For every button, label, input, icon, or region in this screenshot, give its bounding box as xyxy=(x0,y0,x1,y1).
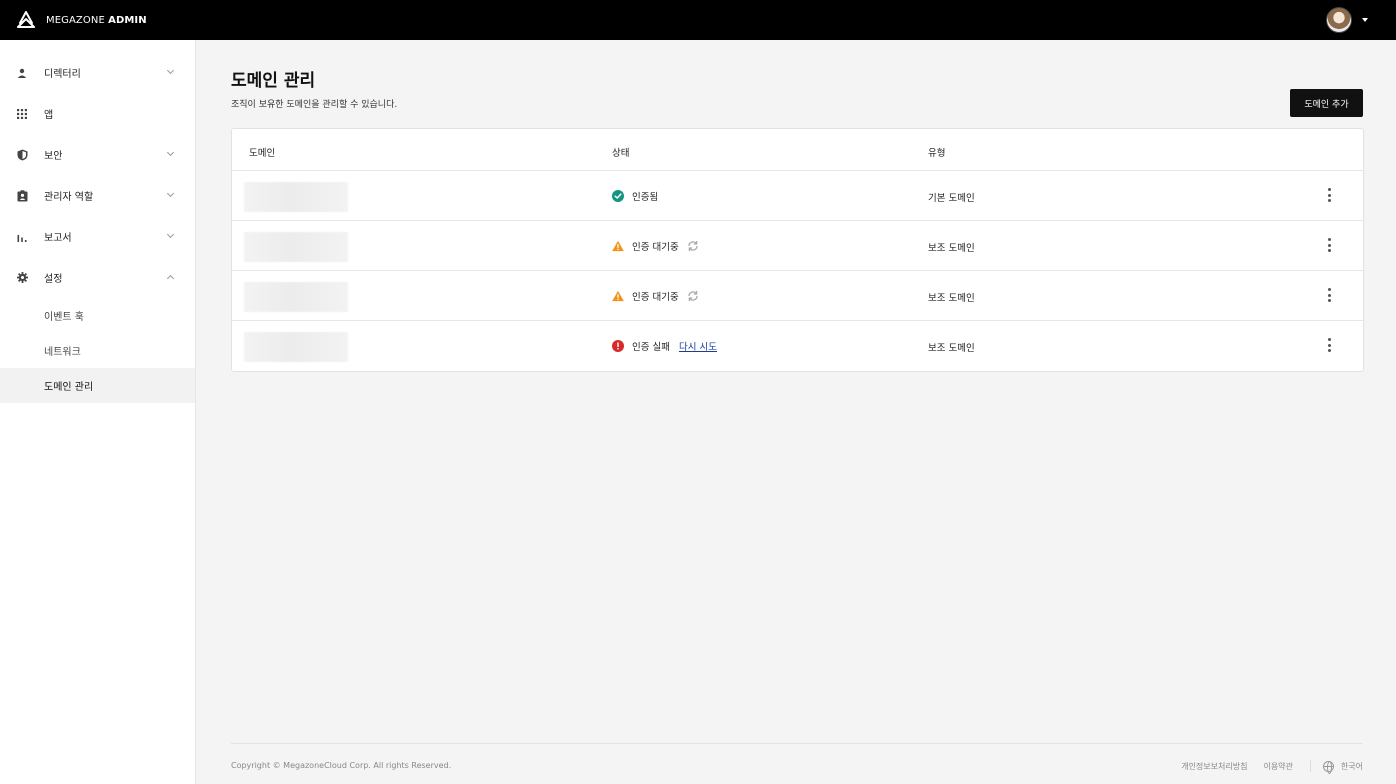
sidebar-item-admin-roles[interactable]: 관리자 역할 xyxy=(0,175,195,216)
terms-link[interactable]: 이용약관 xyxy=(1263,761,1292,772)
gear-icon xyxy=(16,272,28,284)
page-description: 조직이 보유한 도메인을 관리할 수 있습니다. xyxy=(231,100,398,110)
sidebar: 디렉터리 앱 보안 관리자 역할 보고서 설정 이벤트 훅 네트워크 도메인 관… xyxy=(0,40,196,784)
footer-links: 개인정보보처리방침 이용약관 한국어 xyxy=(1181,760,1363,774)
more-options-icon[interactable] xyxy=(1326,338,1332,352)
warning-icon xyxy=(612,290,624,302)
page-title: 도메인 관리 xyxy=(231,71,316,91)
sidebar-item-apps[interactable]: 앱 xyxy=(0,93,195,134)
table-header: 도메인 상태 유형 xyxy=(232,129,1363,171)
domain-type: 보조 도메인 xyxy=(928,343,975,354)
check-circle-icon xyxy=(612,190,624,202)
sidebar-item-reports[interactable]: 보고서 xyxy=(0,216,195,257)
main-content: 도메인 관리 조직이 보유한 도메인을 관리할 수 있습니다. 도메인 추가 도… xyxy=(196,40,1396,784)
brand-name: MEGAZONE ADMIN xyxy=(46,15,147,26)
brand-suffix: ADMIN xyxy=(108,14,147,26)
sidebar-item-security[interactable]: 보안 xyxy=(0,134,195,175)
status-text: 인증 대기중 xyxy=(632,292,679,303)
status-text: 인증됨 xyxy=(632,192,659,203)
language-selector[interactable]: 한국어 xyxy=(1341,761,1363,772)
shield-icon xyxy=(16,149,28,161)
avatar[interactable] xyxy=(1326,7,1352,33)
chevron-down-icon xyxy=(166,230,175,239)
status-text: 인증 대기중 xyxy=(632,242,679,253)
add-domain-button[interactable]: 도메인 추가 xyxy=(1290,89,1363,117)
domain-name-redacted xyxy=(244,332,348,362)
bar-chart-icon xyxy=(16,231,28,243)
more-options-icon[interactable] xyxy=(1326,188,1332,202)
sidebar-subitem-network[interactable]: 네트워크 xyxy=(0,333,195,368)
person-icon xyxy=(16,67,28,79)
user-menu[interactable] xyxy=(1326,7,1368,33)
status-cell: 인증 대기중 xyxy=(612,289,699,303)
grid-icon xyxy=(16,108,28,120)
column-header-status: 상태 xyxy=(612,148,630,159)
chevron-down-icon xyxy=(166,189,175,198)
table-row: 인증됨 기본 도메인 xyxy=(232,171,1363,221)
sidebar-item-label: 디렉터리 xyxy=(44,69,81,80)
chevron-up-icon xyxy=(166,274,175,283)
privacy-policy-link[interactable]: 개인정보보처리방침 xyxy=(1181,761,1247,772)
megazone-logo-icon xyxy=(17,11,35,28)
sidebar-item-label: 보고서 xyxy=(44,233,72,244)
status-cell: 인증 대기중 xyxy=(612,239,699,253)
footer-separator xyxy=(1309,760,1311,772)
column-header-domain: 도메인 xyxy=(249,148,276,159)
domain-name-redacted xyxy=(244,282,348,312)
table-row: 인증 실패 다시 시도 보조 도메인 xyxy=(232,321,1363,371)
refresh-icon[interactable] xyxy=(687,290,699,302)
top-bar: MEGAZONE ADMIN xyxy=(0,0,1396,40)
more-options-icon[interactable] xyxy=(1326,288,1332,302)
column-header-type: 유형 xyxy=(928,148,946,159)
table-row: 인증 대기중 보조 도메인 xyxy=(232,221,1363,271)
domain-name-redacted xyxy=(244,232,348,262)
retry-link[interactable]: 다시 시도 xyxy=(679,339,717,353)
sidebar-subitem-event-hooks[interactable]: 이벤트 훅 xyxy=(0,298,195,333)
sidebar-item-settings[interactable]: 설정 xyxy=(0,257,195,298)
footer-divider xyxy=(231,743,1363,744)
domain-type: 보조 도메인 xyxy=(928,243,975,254)
domain-type: 보조 도메인 xyxy=(928,293,975,304)
refresh-icon[interactable] xyxy=(687,240,699,252)
sidebar-item-label: 보안 xyxy=(44,151,63,162)
sidebar-item-label: 설정 xyxy=(44,274,63,285)
brand-logo[interactable]: MEGAZONE ADMIN xyxy=(16,11,147,29)
chevron-down-icon xyxy=(166,148,175,157)
status-text: 인증 실패 xyxy=(632,342,670,353)
chevron-down-icon xyxy=(166,66,175,75)
domain-name-redacted xyxy=(244,182,348,212)
status-cell: 인증 실패 다시 시도 xyxy=(612,339,717,353)
sidebar-item-label: 관리자 역할 xyxy=(44,192,94,203)
domain-table: 도메인 상태 유형 인증됨 기본 도메인 인증 대기중 보조 도메인 인증 대기… xyxy=(231,128,1364,372)
warning-icon xyxy=(612,240,624,252)
brand-prefix: MEGAZONE xyxy=(46,14,105,26)
globe-icon[interactable] xyxy=(1322,760,1334,774)
status-cell: 인증됨 xyxy=(612,189,658,203)
sidebar-item-directory[interactable]: 디렉터리 xyxy=(0,52,195,93)
sidebar-item-label: 앱 xyxy=(44,110,54,121)
table-row: 인증 대기중 보조 도메인 xyxy=(232,271,1363,321)
sidebar-subitem-domain-management[interactable]: 도메인 관리 xyxy=(0,368,195,403)
copyright-text: Copyright © MegazoneCloud Corp. All righ… xyxy=(231,761,452,770)
domain-type: 기본 도메인 xyxy=(928,193,975,204)
caret-down-icon[interactable] xyxy=(1362,18,1368,22)
more-options-icon[interactable] xyxy=(1326,238,1332,252)
badge-icon xyxy=(16,189,28,202)
error-circle-icon xyxy=(612,340,624,352)
